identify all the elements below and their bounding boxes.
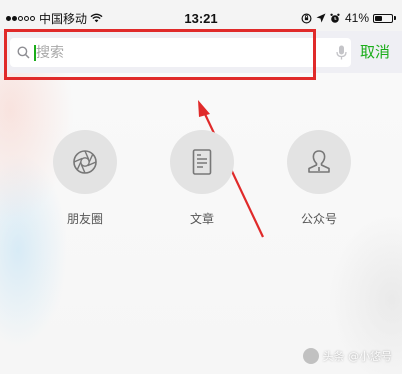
microphone-icon[interactable] xyxy=(336,45,347,61)
watermark-text: 头条 @小悠号 xyxy=(322,350,393,363)
status-bar: 中国移动 13:21 41% xyxy=(0,0,402,31)
shortcut-label: 文章 xyxy=(189,212,214,226)
shortcut-circle xyxy=(170,130,234,194)
shortcut-official-accounts[interactable]: 公众号 xyxy=(287,130,351,227)
shortcut-label: 公众号 xyxy=(300,212,337,226)
alarm-icon xyxy=(330,13,340,23)
battery-fill xyxy=(375,15,382,21)
screen: 中国移动 13:21 41% 搜索 取消 朋友圈 文章 公众号 头条 @小悠号 xyxy=(0,0,402,374)
rotation-lock-icon xyxy=(301,13,312,23)
shortcut-label: 朋友圈 xyxy=(66,212,103,226)
battery-icon xyxy=(373,13,393,23)
highlight-annotation-box xyxy=(4,29,316,80)
moments-shutter-icon xyxy=(73,150,97,174)
shortcut-articles[interactable]: 文章 xyxy=(170,130,234,227)
battery-cap xyxy=(394,16,396,20)
watermark: 头条 @小悠号 xyxy=(302,348,393,364)
shortcut-circle xyxy=(53,130,117,194)
article-document-icon xyxy=(192,149,212,175)
shortcut-moments[interactable]: 朋友圈 xyxy=(53,130,117,227)
official-account-person-icon xyxy=(308,150,330,173)
shortcut-circle xyxy=(287,130,351,194)
cancel-button[interactable]: 取消 xyxy=(360,41,390,62)
watermark-logo-icon xyxy=(302,348,319,364)
status-right: 41% xyxy=(297,11,396,25)
location-arrow-icon xyxy=(316,13,326,23)
battery-percent: 41% xyxy=(344,11,369,25)
